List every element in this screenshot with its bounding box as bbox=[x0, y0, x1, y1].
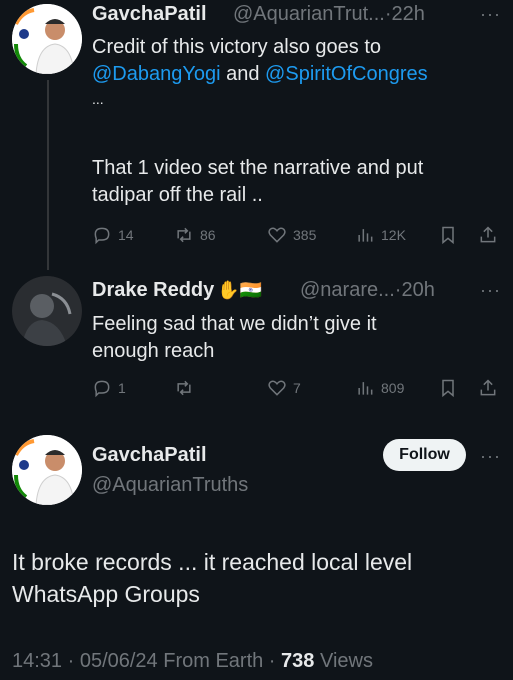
reply-icon bbox=[94, 227, 110, 245]
views-button[interactable]: 12K bbox=[355, 225, 406, 245]
like-count: 7 bbox=[293, 380, 301, 396]
profile-photo-icon bbox=[12, 4, 82, 74]
tweet-text-fragment: and bbox=[220, 63, 266, 85]
repost-button[interactable] bbox=[174, 378, 200, 398]
tweet-meta-footer: 14:31 · 05/06/24 From Earth · 738 Views bbox=[12, 650, 373, 673]
author-handle[interactable]: @AquarianTrut...·22h bbox=[233, 3, 425, 26]
bookmark-button[interactable] bbox=[438, 378, 464, 398]
share-icon bbox=[480, 379, 496, 396]
repost-count: 86 bbox=[200, 227, 216, 243]
profile-photo-icon bbox=[12, 276, 82, 346]
follow-button[interactable]: Follow bbox=[383, 439, 466, 471]
author-handle[interactable]: @narare...·20h bbox=[300, 279, 435, 302]
reply-count: 1 bbox=[118, 380, 126, 396]
tweet-line: WhatsApp Groups bbox=[12, 581, 200, 607]
bookmark-button[interactable] bbox=[438, 225, 464, 245]
tweet-text: It broke records ... it reached local le… bbox=[12, 546, 412, 610]
avatar[interactable] bbox=[12, 435, 82, 505]
heart-icon bbox=[268, 227, 286, 243]
author-name-text[interactable]: Drake Reddy bbox=[92, 279, 214, 301]
repost-icon bbox=[177, 380, 191, 396]
tweet-line: @DabangYogi and @SpiritOfCongres bbox=[92, 61, 502, 88]
author-name[interactable]: Drake Reddy ✋🇮🇳 bbox=[92, 279, 262, 302]
tweet-line: That 1 video set the narrative and put bbox=[92, 157, 424, 179]
tweet-actions: 14 86 385 12K bbox=[92, 225, 502, 249]
mention-link[interactable]: @SpiritOfCongres bbox=[265, 63, 428, 85]
tweet-actions: 1 7 809 bbox=[92, 378, 502, 402]
timestamp[interactable]: 20h bbox=[401, 279, 434, 301]
name-emoji: ✋🇮🇳 bbox=[217, 280, 263, 300]
share-button[interactable] bbox=[478, 378, 504, 398]
author-name[interactable]: GavchaPatil bbox=[92, 3, 207, 26]
like-button[interactable]: 385 bbox=[267, 225, 316, 245]
tweet-line: Feeling sad that we didn’t give it bbox=[92, 313, 377, 335]
views-label: Views bbox=[314, 650, 373, 672]
avatar[interactable] bbox=[12, 4, 82, 74]
reply-button[interactable]: 14 bbox=[92, 225, 134, 245]
timestamp[interactable]: 14:31 · 05/06/24 From Earth · bbox=[12, 650, 281, 672]
heart-icon bbox=[268, 380, 286, 396]
tweet-line: It broke records ... it reached local le… bbox=[12, 549, 413, 575]
handle[interactable]: @narare... bbox=[300, 279, 395, 301]
views-button[interactable]: 809 bbox=[355, 378, 404, 398]
author-name[interactable]: GavchaPatil bbox=[92, 444, 207, 467]
reply-count: 14 bbox=[118, 227, 134, 243]
analytics-icon bbox=[358, 229, 373, 242]
separator: · bbox=[384, 3, 392, 25]
tweet-text: That 1 video set the narrative and put t… bbox=[92, 155, 502, 209]
more-options-icon[interactable]: ··· bbox=[480, 446, 501, 467]
avatar[interactable] bbox=[12, 276, 82, 346]
tweet-line: ... bbox=[92, 91, 104, 107]
reply-icon bbox=[94, 380, 110, 398]
bookmark-icon bbox=[442, 226, 454, 245]
tweet-text: Credit of this victory also goes to @Dab… bbox=[92, 34, 502, 110]
analytics-icon bbox=[358, 382, 373, 395]
timestamp[interactable]: 22h bbox=[392, 3, 425, 25]
tweet-line: enough reach bbox=[92, 340, 215, 362]
handle[interactable]: @AquarianTrut... bbox=[233, 3, 385, 25]
repost-icon bbox=[177, 227, 191, 243]
author-handle[interactable]: @AquarianTruths bbox=[92, 474, 248, 497]
share-button[interactable] bbox=[478, 225, 504, 245]
repost-button[interactable]: 86 bbox=[174, 225, 216, 245]
reply-button[interactable]: 1 bbox=[92, 378, 126, 398]
tweet-text: Feeling sad that we didn’t give it enoug… bbox=[92, 311, 502, 365]
more-options-icon[interactable]: ··· bbox=[480, 4, 501, 25]
tweet-line: Credit of this victory also goes to bbox=[92, 36, 382, 58]
like-button[interactable]: 7 bbox=[267, 378, 301, 398]
like-count: 385 bbox=[293, 227, 317, 243]
more-options-icon[interactable]: ··· bbox=[480, 280, 501, 301]
mention-link[interactable]: @DabangYogi bbox=[92, 63, 221, 85]
bookmark-icon bbox=[442, 379, 454, 398]
profile-photo-icon bbox=[12, 435, 82, 505]
thread-line bbox=[47, 80, 49, 270]
tweet-line: tadipar off the rail .. bbox=[92, 184, 263, 206]
view-count: 809 bbox=[381, 380, 405, 396]
view-count: 12K bbox=[381, 227, 406, 243]
view-count: 738 bbox=[281, 650, 315, 672]
share-icon bbox=[480, 226, 496, 243]
